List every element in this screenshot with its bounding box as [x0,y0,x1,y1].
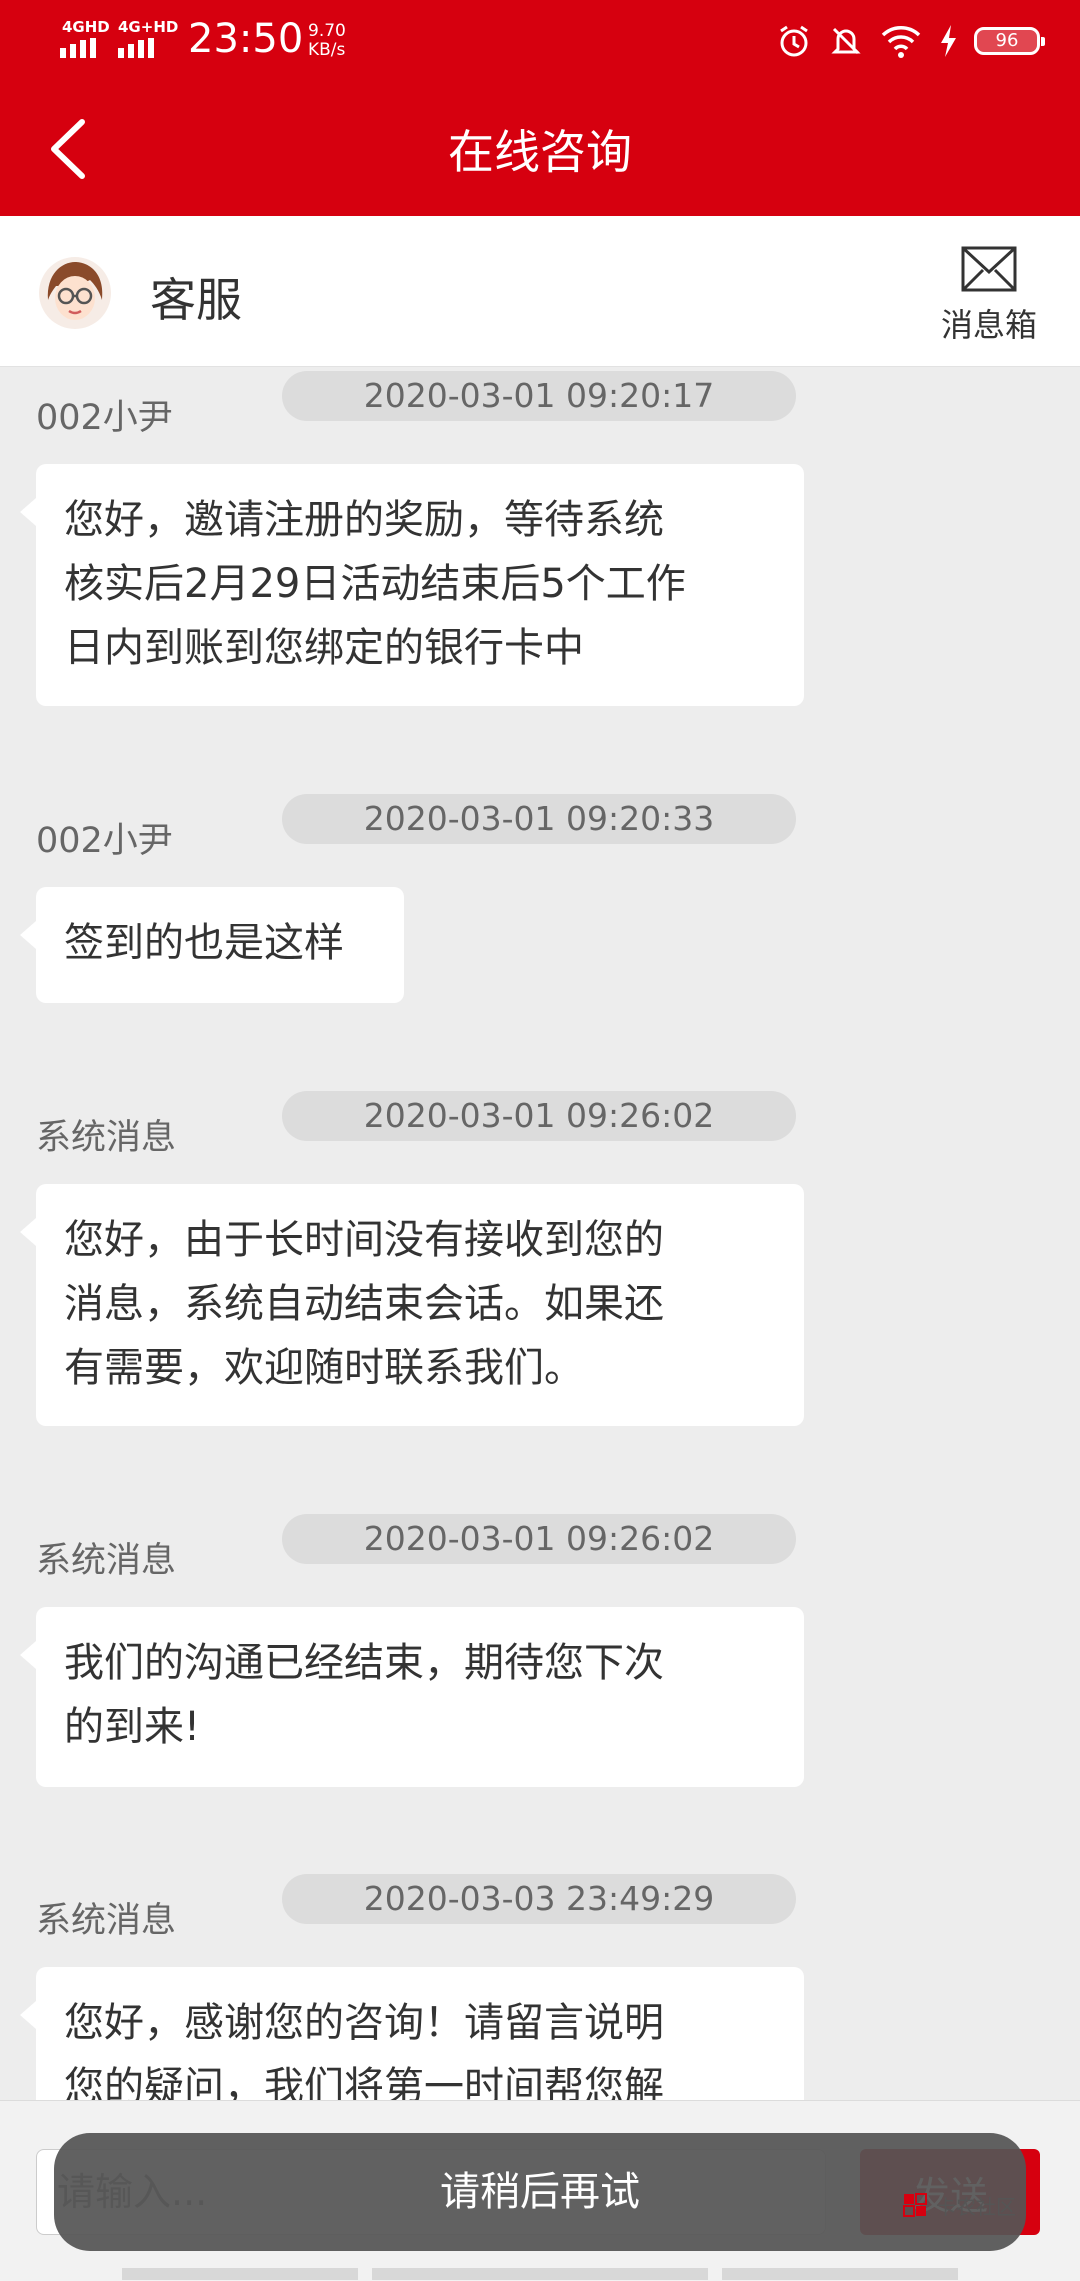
agent-name: 客服 [150,273,242,327]
message-time: 2020-03-01 09:26:02 [282,1514,796,1564]
top-bar: 4GHD 4G+HD 23:50 9.70 KB/s 96 在线咨询 [0,0,1080,216]
nav-hint-bar [122,2268,358,2280]
net-speed-unit: KB/s [308,40,346,60]
network1-label: 4GHD [62,18,110,36]
mute-bell-icon [831,27,861,55]
message-time: 2020-03-03 23:49:29 [282,1874,796,1924]
net-speed: 9.70 KB/s [308,22,346,60]
wifi-icon [881,26,921,58]
status-icons: 96 [776,18,1045,64]
inbox-label: 消息箱 [940,306,1037,344]
nav-hint-bar [372,2268,708,2280]
message-time: 2020-03-01 09:20:33 [282,794,796,844]
message-time: 2020-03-01 09:26:02 [282,1091,796,1141]
watermark: 卡农社区 [900,2190,1016,2220]
clock: 23:50 [188,16,304,62]
message-bubble: 您好，感谢您的咨询！请留言说明 您的疑问，我们将第一时间帮您解 [20,1967,804,2100]
signal2-icon [118,38,158,58]
alarm-icon [780,25,808,57]
message-bubble: 您好，由于长时间没有接收到您的 消息，系统自动结束会话。如果还 有需要，欢迎随时… [20,1184,804,1426]
inbox-button[interactable]: 消息箱 [934,246,1044,346]
message-sender: 系统消息 [36,1118,177,1158]
agent-header: 客服 消息箱 [0,216,1080,367]
message-bubble: 签到的也是这样 [20,887,404,1003]
message-sender: 002小尹 [36,398,173,438]
battery-level: 96 [995,30,1019,51]
chat-list[interactable]: 2020-03-01 09:20:17 002小尹 您好，邀请注册的奖励，等待系… [0,367,1080,2100]
page-title: 在线咨询 [448,125,632,179]
battery-icon: 96 [974,27,1045,55]
network2-label: 4G+HD [118,18,179,36]
charging-icon [941,25,956,57]
message-sender: 系统消息 [36,1901,177,1941]
envelope-icon [961,246,1017,292]
message-sender: 系统消息 [36,1541,177,1581]
watermark-logo-icon [903,2193,927,2217]
message-sender: 002小尹 [36,821,173,861]
watermark-text: 卡农社区 [936,2194,1016,2219]
agent-avatar [39,257,111,329]
status-bar: 4GHD 4G+HD 23:50 9.70 KB/s 96 [0,0,1080,86]
signal1-icon [60,38,100,58]
nav-hint-bar [722,2268,958,2280]
toast-message: 请稍后再试 [54,2133,1026,2251]
net-speed-value: 9.70 [308,21,346,41]
message-bubble: 我们的沟通已经结束，期待您下次 的到来! [20,1607,804,1787]
message-bubble: 您好，邀请注册的奖励，等待系统 核实后2月29日活动结束后5个工作 日内到账到您… [20,464,804,706]
message-time: 2020-03-01 09:20:17 [282,371,796,421]
